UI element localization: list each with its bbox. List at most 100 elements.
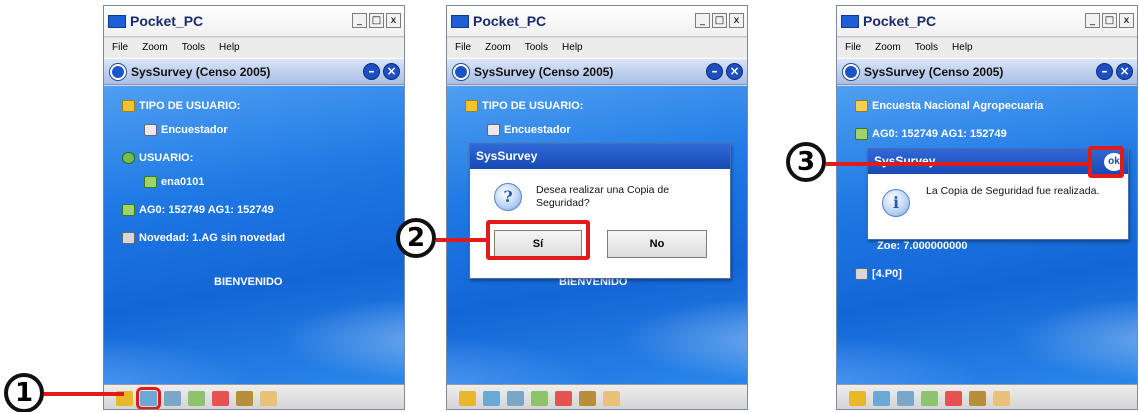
menu-zoom[interactable]: Zoom (142, 38, 168, 58)
people-icon[interactable] (873, 390, 890, 406)
menu-zoom[interactable]: Zoom (485, 38, 511, 58)
app-content: TIPO DE USUARIO: Encuestador USUARIO: en… (104, 86, 404, 384)
window-titlebar[interactable]: Pocket_PC _ □ x (447, 6, 747, 37)
tipo-usuario-value-row: Encuestador (487, 124, 571, 136)
check-icon (487, 124, 500, 136)
app-titlebar: SysSurvey (Censo 2005) – × (837, 58, 1137, 85)
sync-icon[interactable] (531, 390, 548, 406)
flag-icon[interactable] (212, 390, 229, 406)
usuario-value-row: ena0101 (144, 176, 204, 188)
user-type-icon (122, 100, 135, 112)
minimize-button[interactable]: _ (695, 13, 710, 28)
user-icon[interactable] (459, 390, 476, 406)
app-start-icon[interactable] (453, 64, 469, 80)
menu-tools[interactable]: Tools (182, 38, 205, 58)
menu-tools[interactable]: Tools (915, 38, 938, 58)
app-start-icon[interactable] (110, 64, 126, 80)
maximize-button[interactable]: □ (1102, 13, 1117, 28)
novedad-row: Novedad: 1.AG sin novedad (122, 232, 285, 244)
triangle-icon[interactable] (603, 390, 620, 406)
close-button[interactable]: x (729, 13, 744, 28)
usuario-value: ena0101 (161, 176, 205, 188)
p0-row: [4.P0] (855, 268, 902, 280)
usuario-row: USUARIO: (122, 152, 193, 164)
pen-icon[interactable] (236, 390, 253, 406)
database-icon[interactable] (164, 390, 181, 406)
app-close-icon[interactable]: × (1116, 63, 1133, 80)
tipo-usuario-row: TIPO DE USUARIO: (465, 100, 583, 112)
app-title: SysSurvey (Censo 2005) (864, 65, 1004, 79)
sync-icon[interactable] (188, 390, 205, 406)
dialog-message: Desea realizar una Copia de Seguridad? (536, 184, 670, 209)
ag-row: AG0: 152749 AG1: 152749 (122, 204, 274, 216)
sync-icon[interactable] (921, 390, 938, 406)
ag-icon (855, 128, 868, 140)
people-icon (122, 152, 135, 164)
minimize-button[interactable]: _ (352, 13, 367, 28)
novedad-icon (122, 232, 135, 244)
flag-icon[interactable] (945, 390, 962, 406)
user-icon[interactable] (849, 390, 866, 406)
info-icon: i (882, 189, 910, 217)
menubar: File Zoom Tools Help (837, 38, 1137, 58)
app-close-icon[interactable]: × (383, 63, 400, 80)
dialog-title: SysSurvey (470, 144, 730, 169)
menubar: File Zoom Tools Help (104, 38, 404, 58)
people-icon[interactable] (483, 390, 500, 406)
highlight-ok-button (1088, 146, 1124, 178)
database-icon[interactable] (507, 390, 524, 406)
tipo-usuario-value-row: Encuestador (144, 124, 228, 136)
menu-zoom[interactable]: Zoom (875, 38, 901, 58)
menu-file[interactable]: File (845, 38, 861, 58)
backup-people-icon[interactable] (136, 386, 161, 409)
tipo-usuario-value: Encuestador (504, 124, 571, 136)
maximize-button[interactable]: □ (369, 13, 384, 28)
menu-file[interactable]: File (112, 38, 128, 58)
zoe-text: Zoe: 7.000000000 (877, 240, 968, 252)
callout-1: 1 (4, 373, 44, 412)
pocketpc-window-1: Pocket_PC _ □ x File Zoom Tools Help Sys… (103, 5, 405, 410)
maximize-button[interactable]: □ (712, 13, 727, 28)
app-close-icon[interactable]: × (726, 63, 743, 80)
pen-icon[interactable] (969, 390, 986, 406)
app-start-icon[interactable] (843, 64, 859, 80)
ag-values: AG0: 152749 AG1: 152749 (139, 204, 274, 216)
encuesta-row: Encuesta Nacional Agropecuaria (855, 100, 1043, 112)
highlight-yes-button (486, 220, 590, 260)
menu-help[interactable]: Help (952, 38, 973, 58)
app-minimize-icon[interactable]: – (706, 63, 723, 80)
ag-icon (122, 204, 135, 216)
close-button[interactable]: x (386, 13, 401, 28)
novedad-text: Novedad: 1.AG sin novedad (139, 232, 286, 244)
bienvenido-row: BIENVENIDO (214, 276, 282, 288)
database-icon[interactable] (897, 390, 914, 406)
callout-3-leader (826, 162, 1088, 166)
pen-icon[interactable] (579, 390, 596, 406)
app-minimize-icon[interactable]: – (363, 63, 380, 80)
app-minimize-icon[interactable]: – (1096, 63, 1113, 80)
bottom-toolbar (447, 384, 747, 409)
tipo-usuario-value: Encuestador (161, 124, 228, 136)
menu-tools[interactable]: Tools (525, 38, 548, 58)
window-titlebar[interactable]: Pocket_PC _ □ x (104, 6, 404, 37)
flag-icon[interactable] (555, 390, 572, 406)
close-button[interactable]: x (1119, 13, 1134, 28)
callout-2: 2 (396, 218, 436, 258)
window-title: Pocket_PC (863, 13, 937, 29)
app-title: SysSurvey (Censo 2005) (131, 65, 271, 79)
callout-1-leader (44, 392, 124, 396)
minimize-button[interactable]: _ (1085, 13, 1100, 28)
menu-help[interactable]: Help (562, 38, 583, 58)
triangle-icon[interactable] (993, 390, 1010, 406)
triangle-icon[interactable] (260, 390, 277, 406)
menu-file[interactable]: File (455, 38, 471, 58)
window-title: Pocket_PC (473, 13, 547, 29)
zoe-row: Zoe: 7.000000000 (877, 240, 968, 252)
window-titlebar[interactable]: Pocket_PC _ □ x (837, 6, 1137, 37)
bottom-toolbar (837, 384, 1137, 409)
menu-help[interactable]: Help (219, 38, 240, 58)
no-button[interactable]: No (607, 230, 707, 258)
app-titlebar: SysSurvey (Censo 2005) – × (104, 58, 404, 85)
p0-text: [4.P0] (872, 268, 902, 280)
pocketpc-window-2: Pocket_PC _ □ x File Zoom Tools Help Sys… (446, 5, 748, 410)
